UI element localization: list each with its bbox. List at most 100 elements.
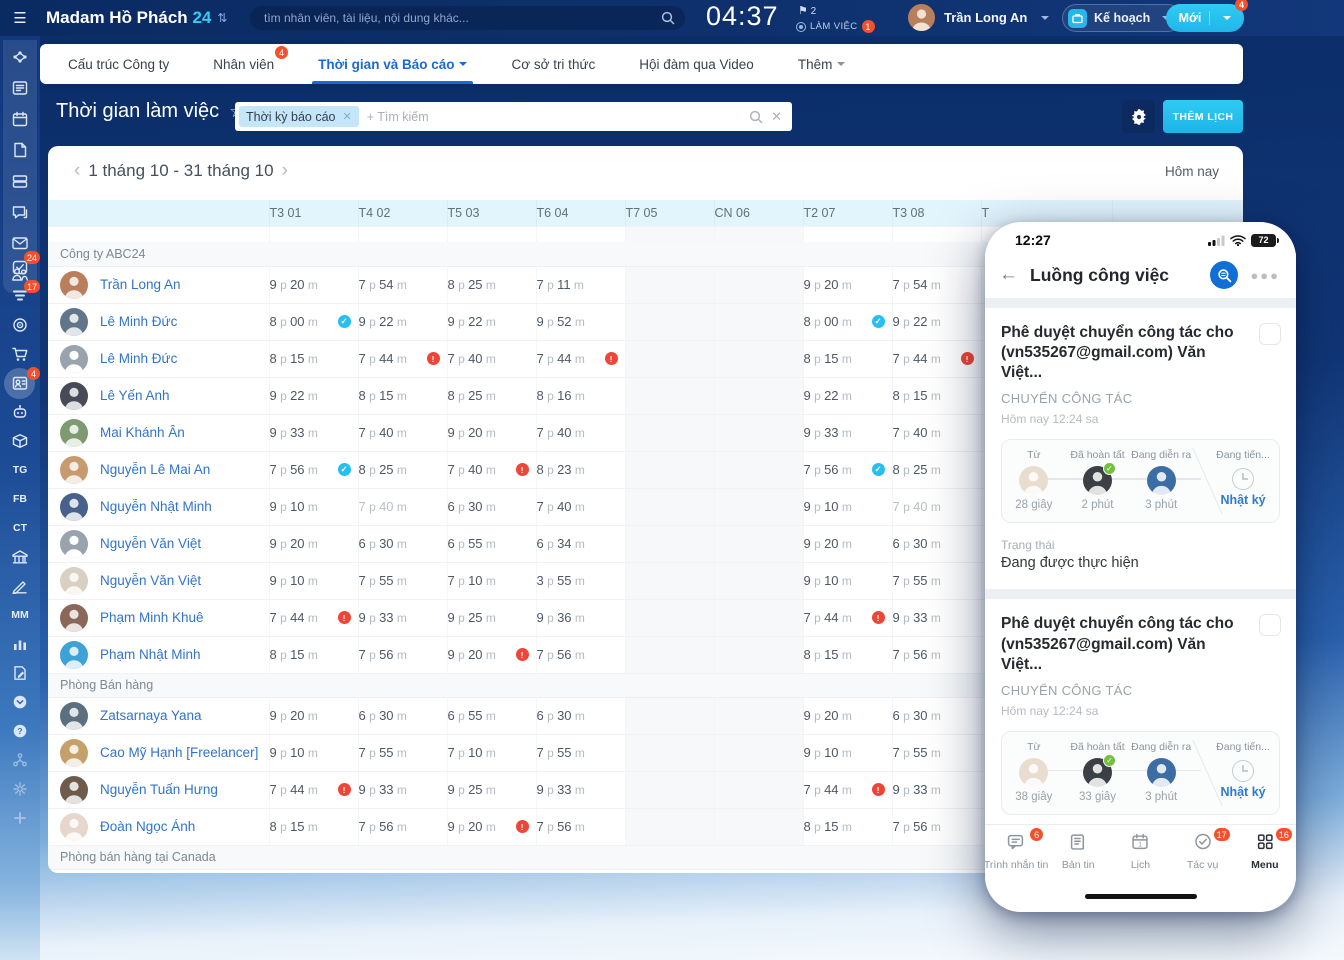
sidebar-item-ct-icon[interactable]: CT — [9, 519, 31, 537]
employee-name-link[interactable]: Phạm Nhật Minh — [100, 647, 201, 662]
worktime-cell[interactable]: 8 p 15 m — [268, 340, 358, 378]
settings-button[interactable] — [1122, 100, 1155, 133]
worktime-cell[interactable]: 7 p 44 m! — [802, 771, 892, 809]
worktime-cell[interactable]: 7 p 55 m — [535, 734, 625, 772]
worktime-cell[interactable] — [624, 266, 714, 304]
worktime-cell[interactable] — [713, 808, 803, 846]
worktime-cell[interactable]: 9 p 10 m — [268, 734, 358, 772]
worktime-cell[interactable]: 8 p 15 m — [802, 636, 892, 674]
sidebar-item-mm-icon[interactable]: MM — [9, 606, 31, 624]
worktime-cell[interactable] — [713, 414, 803, 452]
worktime-cell[interactable]: 7 p 56 m — [535, 636, 625, 674]
home-indicator[interactable] — [1084, 894, 1197, 899]
phone-nav-news[interactable]: Bản tin — [1049, 833, 1107, 871]
worktime-cell[interactable]: 9 p 22 m — [268, 377, 358, 415]
worktime-cell[interactable]: 6 p 30 m — [891, 697, 981, 735]
worktime-cell[interactable]: 3 p 55 m — [535, 562, 625, 600]
worktime-cell[interactable]: 8 p 16 m — [535, 377, 625, 415]
worktime-cell[interactable]: 8 p 15 m — [891, 377, 981, 415]
employee-name-link[interactable]: Lê Minh Đức — [100, 351, 177, 366]
filter-search-bar[interactable]: Thời kỳ báo cáo ✕ + Tìm kiếm ✕ — [235, 102, 792, 131]
worktime-cell[interactable]: 9 p 20 m — [268, 525, 358, 563]
more-menu-icon[interactable]: ●●● — [1250, 268, 1280, 283]
sidebar-item-cart-icon[interactable] — [9, 345, 31, 363]
phone-nav-tasks[interactable]: Tác vụ 17 — [1174, 828, 1232, 871]
workflow-title[interactable]: Phê duyệt chuyển công tác cho (vn535267@… — [1001, 323, 1280, 383]
worktime-cell[interactable]: 8 p 23 m — [535, 451, 625, 489]
worktime-cell[interactable]: 9 p 25 m — [446, 599, 536, 637]
employee-name-link[interactable]: Nguyễn Tuấn Hưng — [100, 782, 218, 797]
today-link[interactable]: Hôm nay — [1165, 164, 1219, 179]
worktime-cell[interactable]: 7 p 56 m — [357, 808, 447, 846]
worktime-cell[interactable] — [624, 525, 714, 563]
workflow-checkbox[interactable] — [1259, 614, 1281, 637]
date-range[interactable]: 1 tháng 10 - 31 tháng 10 — [88, 161, 273, 181]
worktime-cell[interactable]: 7 p 55 m — [891, 734, 981, 772]
hamburger-menu-icon[interactable]: ☰ — [0, 9, 40, 27]
clear-filter-icon[interactable]: ✕ — [771, 109, 782, 125]
worktime-cell[interactable]: 7 p 44 m! — [891, 340, 981, 378]
worktime-cell[interactable]: 7 p 40 m! — [446, 451, 536, 489]
worktime-cell[interactable] — [713, 697, 803, 735]
worktime-cell[interactable] — [624, 451, 714, 489]
worktime-cell[interactable]: 9 p 20 m — [268, 697, 358, 735]
global-search-input[interactable]: tìm nhân viên, tài liệu, nội dung khác..… — [250, 6, 685, 30]
employee-name-link[interactable]: Lê Yến Anh — [100, 388, 170, 403]
worktime-cell[interactable]: 8 p 25 m — [891, 451, 981, 489]
worktime-cell[interactable]: 9 p 33 m — [891, 599, 981, 637]
worktime-cell[interactable] — [713, 488, 803, 526]
worktime-cell[interactable]: 8 p 15 m — [268, 636, 358, 674]
worktime-cell[interactable]: 7 p 44 m! — [357, 340, 447, 378]
worktime-cell[interactable]: 9 p 33 m — [268, 414, 358, 452]
tab-1[interactable]: Cấu trúc Công ty — [68, 44, 169, 84]
sidebar-item-calendar-icon[interactable] — [9, 110, 31, 128]
worktime-cell[interactable]: 6 p 30 m — [357, 697, 447, 735]
prev-period-icon[interactable]: ‹ — [66, 160, 88, 182]
employee-name-link[interactable]: Cao Mỹ Hạnh [Freelancer] — [100, 745, 258, 760]
worktime-cell[interactable]: 9 p 22 m — [357, 303, 447, 341]
sidebar-item-org-icon[interactable] — [9, 751, 31, 769]
worktime-cell[interactable]: 8 p 25 m — [446, 377, 536, 415]
worktime-cell[interactable] — [713, 377, 803, 415]
flag-counter[interactable]: ⚑ 2 — [798, 4, 816, 17]
sidebar-item-chat-icon[interactable] — [9, 203, 31, 221]
sidebar-item-drive-icon[interactable] — [9, 172, 31, 190]
log-link[interactable]: Nhật ký — [1220, 785, 1265, 799]
workflow-title[interactable]: Phê duyệt chuyển công tác cho (vn535267@… — [1001, 614, 1280, 674]
worktime-cell[interactable]: 9 p 33 m — [891, 771, 981, 809]
sidebar-item-tasks-icon[interactable]: 24 — [9, 251, 40, 276]
worktime-cell[interactable]: 7 p 40 m — [357, 488, 447, 526]
worktime-cell[interactable] — [624, 303, 714, 341]
worktime-cell[interactable]: 9 p 10 m — [268, 562, 358, 600]
worktime-cell[interactable]: 8 p 15 m — [802, 808, 892, 846]
sidebar-item-feed-icon[interactable] — [9, 79, 31, 97]
sidebar-item-gear-icon[interactable] — [9, 780, 31, 798]
worktime-cell[interactable]: 9 p 22 m — [446, 303, 536, 341]
worktime-cell[interactable]: 8 p 00 m ✓ — [268, 303, 358, 341]
worktime-cell[interactable]: 6 p 55 m — [446, 525, 536, 563]
work-status[interactable]: LÀM VIỆC 1 — [796, 20, 875, 33]
worktime-cell[interactable]: 9 p 20 m — [802, 525, 892, 563]
worktime-cell[interactable]: 6 p 30 m — [891, 525, 981, 563]
worktime-cell[interactable] — [713, 562, 803, 600]
sidebar-item-contacts-icon[interactable]: 4 — [4, 367, 40, 399]
employee-name-link[interactable]: Nguyễn Lê Mai An — [100, 462, 210, 477]
sidebar-item-chevcircle-icon[interactable] — [9, 693, 31, 711]
worktime-cell[interactable] — [624, 599, 714, 637]
worktime-cell[interactable] — [713, 525, 803, 563]
worktime-cell[interactable]: 7 p 44 m! — [802, 599, 892, 637]
worktime-cell[interactable]: 6 p 30 m — [446, 488, 536, 526]
worktime-cell[interactable]: 7 p 11 m — [535, 266, 625, 304]
sidebar-item-docedit-icon[interactable] — [9, 664, 31, 682]
plan-button[interactable]: Kế hoạch — [1062, 4, 1183, 32]
employee-name-link[interactable]: Nguyễn Văn Việt — [100, 573, 201, 588]
worktime-cell[interactable]: 8 p 25 m — [446, 266, 536, 304]
worktime-cell[interactable]: 9 p 33 m — [535, 771, 625, 809]
worktime-cell[interactable]: 8 p 15 m — [357, 377, 447, 415]
worktime-cell[interactable]: 7 p 56 m — [357, 636, 447, 674]
worktime-cell[interactable]: 6 p 55 m — [446, 697, 536, 735]
worktime-cell[interactable] — [713, 636, 803, 674]
worktime-cell[interactable]: 7 p 40 m — [535, 414, 625, 452]
worktime-cell[interactable] — [624, 771, 714, 809]
sidebar-item-document-icon[interactable] — [9, 141, 31, 159]
